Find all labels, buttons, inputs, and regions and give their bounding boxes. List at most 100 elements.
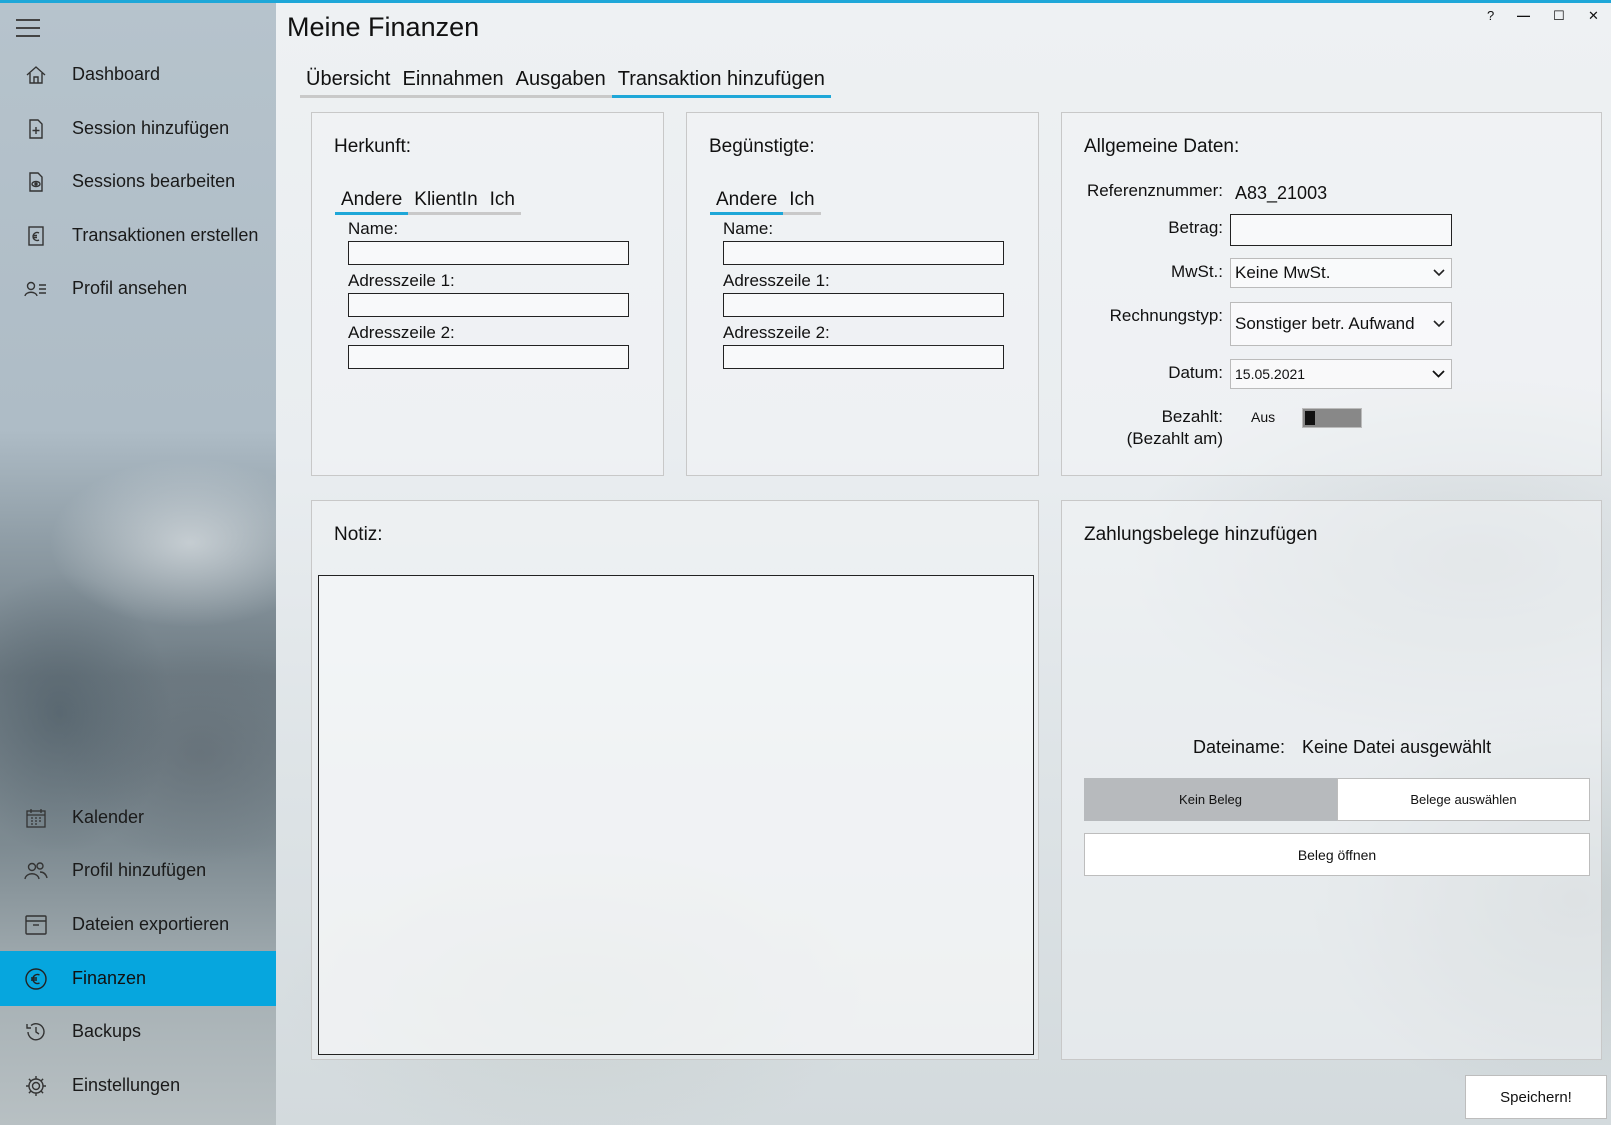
hamburger-menu-icon[interactable] [16,19,40,37]
home-icon [0,64,72,86]
chevron-down-icon [1433,266,1445,280]
name-label: Name: [723,219,774,238]
sidebar-item-label: Dateien exportieren [72,914,230,934]
sidebar-item-profil-hinzufuegen[interactable]: Profil hinzufügen [0,843,276,898]
minimize-button[interactable]: — [1517,8,1530,23]
beguenstigte-title: Begünstigte: [709,136,815,157]
herkunft-title: Herkunft: [334,136,412,157]
herkunft-addr2-input[interactable] [348,345,629,369]
beleg-oeffnen-button[interactable]: Beleg öffnen [1084,833,1590,876]
sidebar-item-label: Session hinzufügen [72,118,230,138]
sidebar-item-label: Einstellungen [72,1075,181,1095]
mwst-select[interactable]: Keine MwSt. [1230,258,1452,288]
people-icon [0,860,72,882]
sidebar-item-label: Transaktionen erstellen [72,225,259,245]
chevron-down-icon [1432,367,1445,381]
sidebar-item-finanzen[interactable]: Finanzen [0,951,276,1006]
betrag-label: Betrag: [1168,218,1223,237]
herkunft-addr1-input[interactable] [348,293,629,317]
subtab-ich[interactable]: Ich [783,189,821,215]
referenznummer-value: A83_21003 [1235,183,1328,203]
kein-beleg-button[interactable]: Kein Beleg [1084,778,1337,821]
sidebar-item-kalender[interactable]: Kalender [0,790,276,845]
addr1-label: Adresszeile 1: [723,271,830,290]
beguenstigte-panel: Begünstigte: Andere Ich Name: Adresszeil… [686,112,1039,476]
bezahlt-state-label: Aus [1251,409,1276,425]
subtab-andere[interactable]: Andere [710,189,784,215]
tab-uebersicht[interactable]: Übersicht [300,68,397,98]
allgemeine-daten-panel: Allgemeine Daten: Referenznummer: A83_21… [1061,112,1602,476]
sidebar: Dashboard Session hinzufügen Sessions be… [0,3,276,1125]
help-button[interactable]: ? [1487,8,1494,23]
name-label: Name: [348,219,399,238]
datum-value: 15.05.2021 [1235,366,1306,382]
tab-ausgaben[interactable]: Ausgaben [509,68,612,98]
sidebar-item-label: Dashboard [72,64,161,84]
sidebar-item-label: Backups [72,1021,142,1041]
sidebar-item-label: Kalender [72,807,145,827]
tab-einnahmen[interactable]: Einnahmen [396,68,510,98]
chevron-down-icon [1433,317,1445,331]
rechnungstyp-value: Sonstiger betr. Aufwand [1235,314,1415,333]
maximize-button[interactable]: ☐ [1553,8,1565,24]
main-tabs: Übersicht Einnahmen Ausgaben Transaktion… [300,68,831,98]
archive-icon [0,914,72,936]
sidebar-item-transaktionen-erstellen[interactable]: Transaktionen erstellen [0,208,276,263]
sidebar-item-backups[interactable]: Backups [0,1004,276,1059]
sidebar-item-profil-ansehen[interactable]: Profil ansehen [0,261,276,316]
rechnungstyp-select[interactable]: Sonstiger betr. Aufwand [1230,302,1452,346]
datum-picker[interactable]: 15.05.2021 [1230,359,1452,389]
addr2-label: Adresszeile 2: [723,323,830,342]
toggle-knob [1305,411,1315,425]
gear-icon [0,1074,72,1098]
sidebar-item-session-hinzufuegen[interactable]: Session hinzufügen [0,101,276,156]
calendar-icon [0,807,72,829]
sidebar-item-einstellungen[interactable]: Einstellungen [0,1058,276,1113]
addr1-label: Adresszeile 1: [348,271,455,290]
beguenstigte-subtabs: Andere Ich [710,189,821,215]
file-view-icon [0,171,72,193]
belege-auswaehlen-button[interactable]: Belege auswählen [1337,778,1590,821]
history-icon [0,1020,72,1044]
sidebar-item-label: Profil ansehen [72,278,188,298]
sidebar-item-label: Sessions bearbeiten [72,171,236,191]
euro-document-icon [0,225,72,247]
sidebar-item-dateien-exportieren[interactable]: Dateien exportieren [0,897,276,952]
mwst-label: MwSt.: [1171,262,1223,281]
datum-label: Datum: [1168,363,1223,382]
save-button[interactable]: Speichern! [1465,1075,1607,1119]
sidebar-item-sessions-bearbeiten[interactable]: Sessions bearbeiten [0,154,276,209]
bezahlt-am-label: (Bezahlt am) [1126,429,1223,448]
notiz-panel: Notiz: [311,500,1039,1060]
referenznummer-label: Referenznummer: [1086,181,1223,200]
mwst-value: Keine MwSt. [1235,263,1331,282]
beguenstigte-addr2-input[interactable] [723,345,1004,369]
zahlungsbelege-panel: Zahlungsbelege hinzufügen Dateiname: Kei… [1061,500,1602,1060]
subtab-ich[interactable]: Ich [483,189,522,215]
rechnungstyp-label: Rechnungstyp: [1109,306,1223,325]
betrag-input[interactable] [1230,214,1452,246]
dateiname-label: Dateiname: [1193,737,1286,757]
subtab-klientin[interactable]: KlientIn [408,189,484,215]
sidebar-item-dashboard[interactable]: Dashboard [0,47,276,102]
page-title: Meine Finanzen [287,12,480,42]
dateiname-value: Keine Datei ausgewählt [1302,737,1492,757]
close-button[interactable]: ✕ [1588,8,1599,24]
notiz-textarea[interactable] [318,575,1034,1055]
sidebar-item-label: Profil hinzufügen [72,860,207,880]
herkunft-subtabs: Andere KlientIn Ich [335,189,522,215]
herkunft-name-input[interactable] [348,241,629,265]
addr2-label: Adresszeile 2: [348,323,455,342]
allgemein-title: Allgemeine Daten: [1084,136,1240,157]
notiz-title: Notiz: [334,524,383,545]
sidebar-item-label: Finanzen [72,968,147,988]
subtab-andere[interactable]: Andere [335,189,409,215]
tab-transaktion-hinzufuegen[interactable]: Transaktion hinzufügen [611,68,831,98]
euro-icon [0,967,72,991]
belege-title: Zahlungsbelege hinzufügen [1084,524,1318,545]
bezahlt-label: Bezahlt: [1161,407,1223,426]
beguenstigte-name-input[interactable] [723,241,1004,265]
herkunft-panel: Herkunft: Andere KlientIn Ich Name: Adre… [311,112,664,476]
bezahlt-toggle[interactable] [1302,408,1362,428]
beguenstigte-addr1-input[interactable] [723,293,1004,317]
